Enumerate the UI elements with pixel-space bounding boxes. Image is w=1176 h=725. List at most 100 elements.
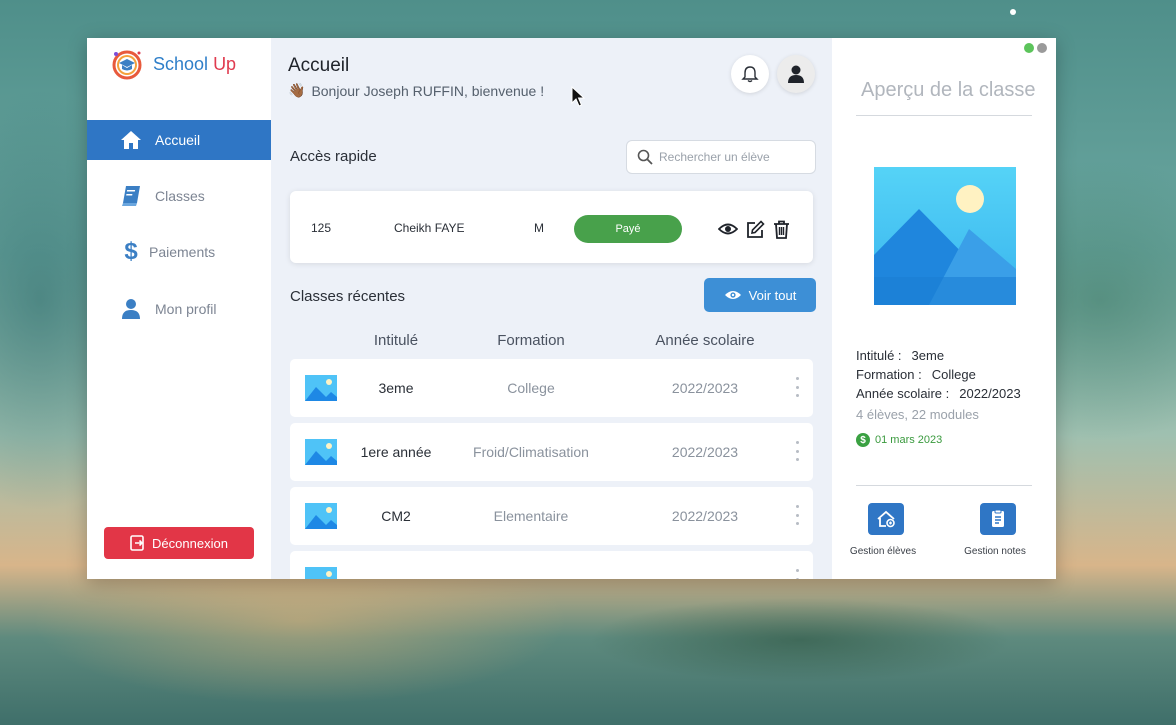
payment-date-text: 01 mars 2023 — [875, 434, 943, 446]
eye-icon — [724, 289, 742, 301]
app-logo: School Up — [109, 46, 236, 82]
overview-intitule: Intitulé : 3eme — [856, 348, 944, 363]
more-options-icon[interactable] — [792, 441, 802, 461]
overview-summary: 4 élèves, 22 modules — [856, 407, 979, 422]
dollar-icon: $ — [124, 238, 138, 265]
table-row[interactable]: 3eme College 2022/2023 — [290, 359, 813, 417]
manage-grades-icon — [989, 509, 1007, 529]
window-minimize-button[interactable] — [1024, 43, 1034, 53]
quick-access-title: Accès rapide — [290, 148, 377, 165]
student-name: Cheikh FAYE — [394, 221, 465, 235]
class-image-placeholder-icon — [874, 167, 1016, 305]
delete-student-button[interactable] — [770, 218, 792, 240]
sidebar-item-classes[interactable]: Classes — [87, 176, 271, 216]
dollar-circle-icon: $ — [856, 433, 870, 447]
mouse-cursor-icon — [571, 86, 585, 107]
table-row[interactable]: 1ere année Froid/Climatisation 2022/2023 — [290, 423, 813, 481]
sidebar-item-label: Mon profil — [155, 301, 217, 317]
class-formation: College — [507, 380, 555, 396]
view-all-button[interactable]: Voir tout — [704, 278, 816, 312]
app-window: School Up Accueil Classes $ Paiements Mo… — [87, 38, 1056, 579]
page-title: Accueil — [288, 55, 350, 76]
student-gender: M — [534, 221, 544, 235]
sidebar-item-label: Paiements — [149, 244, 216, 260]
logo-icon — [109, 46, 145, 82]
bell-icon — [741, 65, 759, 83]
overview-formation: Formation : College — [856, 367, 976, 382]
avatar-icon — [786, 64, 806, 84]
sidebar-item-mon-profil[interactable]: Mon profil — [87, 289, 271, 329]
logo-text-up: Up — [213, 53, 237, 74]
class-image-icon — [305, 439, 337, 465]
overview-annee: Année scolaire : 2022/2023 — [856, 386, 1021, 401]
view-all-label: Voir tout — [748, 287, 797, 303]
payment-date: $ 01 mars 2023 — [856, 433, 942, 447]
edit-student-button[interactable] — [744, 218, 766, 240]
waving-hand-icon: 👋🏾 — [288, 82, 306, 98]
table-row[interactable] — [290, 551, 813, 579]
manage-grades-label: Gestion notes — [964, 546, 1026, 557]
class-name: CM2 — [381, 508, 411, 524]
intitule-label: Intitulé : — [856, 348, 902, 363]
column-header-formation: Formation — [497, 332, 565, 349]
book-icon — [119, 184, 143, 208]
user-icon — [119, 297, 143, 321]
class-formation: Froid/Climatisation — [473, 444, 589, 460]
class-image-icon — [305, 567, 337, 579]
more-options-icon[interactable] — [792, 377, 802, 397]
formation-label: Formation : — [856, 367, 922, 382]
formation-value: College — [931, 367, 976, 382]
more-options-icon[interactable] — [792, 505, 802, 525]
class-image-icon — [305, 503, 337, 529]
view-student-button[interactable] — [717, 218, 739, 240]
class-name: 3eme — [378, 380, 414, 396]
class-year: 2022/2023 — [671, 444, 739, 460]
recent-classes-title: Classes récentes — [290, 288, 406, 305]
notifications-button[interactable] — [731, 55, 769, 93]
profile-button[interactable] — [777, 55, 815, 93]
logout-button[interactable]: Déconnexion — [104, 527, 254, 559]
divider — [856, 115, 1032, 116]
annee-value: 2022/2023 — [959, 386, 1021, 401]
welcome-text: Bonjour Joseph RUFFIN, bienvenue ! — [311, 82, 545, 99]
class-image-icon — [305, 375, 337, 401]
manage-students-icon — [876, 509, 896, 529]
logout-icon — [130, 535, 146, 551]
desktop-star — [1010, 9, 1016, 15]
home-icon — [119, 128, 143, 152]
sidebar-item-label: Accueil — [155, 132, 201, 148]
manage-students-label: Gestion élèves — [849, 546, 917, 557]
manage-grades-button[interactable] — [980, 503, 1016, 535]
logout-label: Déconnexion — [152, 535, 228, 551]
quick-access-card: 125 Cheikh FAYE M Payé — [290, 191, 813, 263]
welcome-message: 👋🏾 Bonjour Joseph RUFFIN, bienvenue ! — [288, 82, 544, 99]
class-overview-panel: Aperçu de la classe Intitulé : 3eme Forma… — [832, 38, 1056, 579]
column-header-intitule: Intitulé — [373, 332, 419, 349]
sidebar: School Up Accueil Classes $ Paiements Mo… — [87, 38, 271, 579]
main-content: Accueil 👋🏾 Bonjour Joseph RUFFIN, bienve… — [271, 38, 832, 579]
student-search[interactable] — [626, 140, 816, 174]
more-options-icon[interactable] — [792, 569, 802, 579]
overview-title: Aperçu de la classe — [861, 79, 1036, 101]
class-formation: Elementaire — [493, 508, 569, 524]
class-year: 2022/2023 — [671, 380, 739, 396]
column-header-annee: Année scolaire — [655, 332, 755, 349]
sidebar-item-paiements[interactable]: $ Paiements — [87, 232, 271, 272]
class-name: 1ere année — [360, 444, 432, 460]
payment-status-badge: Payé — [574, 215, 682, 243]
table-row[interactable]: CM2 Elementaire 2022/2023 — [290, 487, 813, 545]
search-icon — [637, 149, 653, 165]
logo-text-school: School — [153, 53, 209, 74]
annee-label: Année scolaire : — [856, 386, 950, 401]
sidebar-item-accueil[interactable]: Accueil — [87, 120, 271, 160]
intitule-value: 3eme — [911, 348, 945, 363]
trash-icon — [773, 220, 790, 239]
window-close-button[interactable] — [1037, 43, 1047, 53]
class-year: 2022/2023 — [671, 508, 739, 524]
manage-students-button[interactable] — [868, 503, 904, 535]
student-id: 125 — [311, 221, 332, 235]
divider — [856, 485, 1032, 486]
edit-icon — [746, 219, 765, 239]
search-input[interactable] — [659, 150, 809, 164]
sidebar-item-label: Classes — [155, 188, 205, 204]
